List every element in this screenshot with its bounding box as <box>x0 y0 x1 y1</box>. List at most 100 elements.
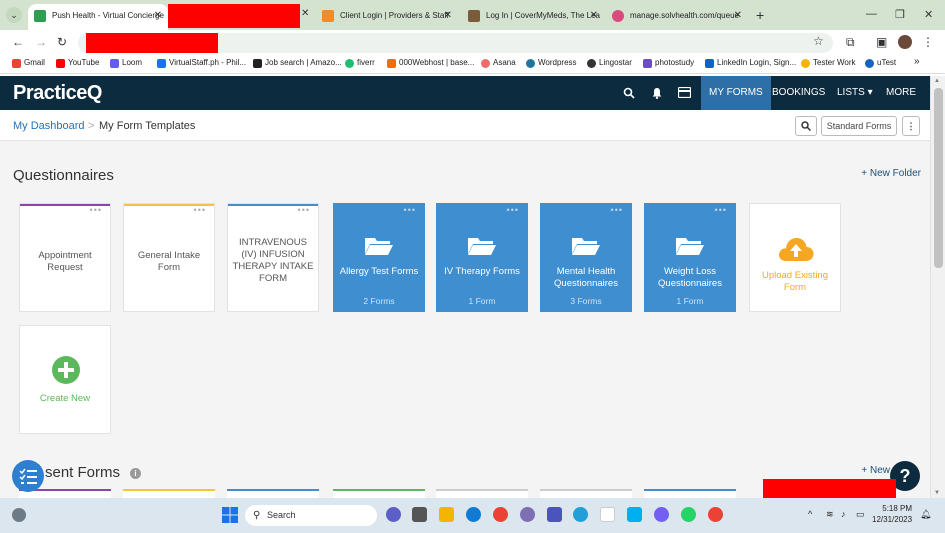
restore-icon[interactable]: ❐ <box>895 8 905 21</box>
teams-icon[interactable] <box>547 507 562 522</box>
browser-tab-covermymeds[interactable]: Log In | CoverMyMeds, The Lea ✕ <box>462 4 604 30</box>
browser-tab-solvhealth[interactable]: manage.solvhealth.com/queue ✕ <box>606 4 748 30</box>
new-tab-button[interactable]: + <box>756 8 764 22</box>
scroll-thumb[interactable] <box>934 88 943 268</box>
bookmark-utest[interactable]: uTest <box>865 58 896 68</box>
bookmark-linkedin[interactable]: LinkedIn Login, Sign... <box>705 58 796 68</box>
whatsapp-icon[interactable] <box>681 507 696 522</box>
folder-card-iv-therapy[interactable]: ••• IV Therapy Forms 1 Form <box>436 203 528 312</box>
more-options-button[interactable]: ⋮ <box>902 116 920 136</box>
battery-icon[interactable]: ▭ <box>856 509 865 520</box>
new-recent-button[interactable]: + New <box>861 465 890 476</box>
form-card-general-intake[interactable]: ••• General Intake Form <box>123 203 215 312</box>
close-tab-icon[interactable]: ✕ <box>734 4 742 28</box>
weather-widget-icon[interactable] <box>12 508 26 522</box>
viber-v-icon[interactable] <box>600 507 615 522</box>
meet-app-icon[interactable] <box>386 507 401 522</box>
card-menu-icon[interactable]: ••• <box>715 205 727 215</box>
telegram-icon[interactable] <box>573 507 588 522</box>
close-tab-icon[interactable]: ✕ <box>301 8 309 19</box>
recent-form-card[interactable] <box>436 489 528 498</box>
bookmark-star-icon[interactable]: ☆ <box>813 34 824 48</box>
clock[interactable]: 5:18 PM 12/31/2023 <box>872 503 912 525</box>
side-panel-icon[interactable]: ▣ <box>876 35 887 49</box>
new-folder-button[interactable]: + New Folder <box>861 168 921 179</box>
nav-more[interactable]: MORE ▾ <box>878 76 930 132</box>
credit-card-icon[interactable] <box>678 87 691 98</box>
edge-icon[interactable] <box>466 507 481 522</box>
recent-form-card[interactable] <box>227 489 319 498</box>
bookmark-loom[interactable]: Loom <box>110 58 142 68</box>
chrome-icon[interactable] <box>493 507 508 522</box>
viber-icon[interactable] <box>654 507 669 522</box>
notification-bell-icon[interactable]: 🔔︎ <box>920 509 931 520</box>
wifi-icon[interactable]: ≋ <box>826 509 834 520</box>
bookmark-000webhost[interactable]: 000Webhost | base... <box>387 58 474 68</box>
breadcrumb-dashboard-link[interactable]: My Dashboard <box>13 120 85 132</box>
bell-icon[interactable] <box>651 87 663 99</box>
tab-search-button[interactable]: ⌄ <box>6 7 22 23</box>
card-menu-icon[interactable]: ••• <box>507 205 519 215</box>
forward-arrow-icon[interactable]: → <box>35 35 47 49</box>
close-tab-icon[interactable]: ✕ <box>154 4 162 28</box>
skype-icon[interactable] <box>627 507 642 522</box>
nav-bookings[interactable]: BOOKINGS <box>764 76 833 110</box>
close-window-icon[interactable]: ✕ <box>924 8 933 21</box>
taskbar-search-input[interactable]: ⚲ Search <box>245 505 377 526</box>
minimize-icon[interactable]: — <box>866 8 877 20</box>
volume-icon[interactable]: ♪ <box>841 509 846 519</box>
checklist-fab-button[interactable] <box>12 460 44 492</box>
close-tab-icon[interactable]: ✕ <box>444 4 452 28</box>
bookmark-amazon-jobs[interactable]: Job search | Amazo... <box>253 58 342 68</box>
search-icon[interactable] <box>623 87 635 99</box>
nav-my-forms[interactable]: MY FORMS <box>701 76 771 110</box>
task-view-icon[interactable] <box>412 507 427 522</box>
info-icon[interactable]: i <box>130 468 141 479</box>
card-menu-icon[interactable]: ••• <box>611 205 623 215</box>
bookmark-fiverr[interactable]: fiverr <box>345 58 375 68</box>
folder-card-mental-health[interactable]: ••• Mental Health Questionnaires 3 Forms <box>540 203 632 312</box>
create-new-form-card[interactable]: Create New <box>19 325 111 434</box>
card-menu-icon[interactable]: ••• <box>404 205 416 215</box>
bookmark-photostudy[interactable]: photostudy <box>643 58 694 68</box>
page-scrollbar[interactable]: ▲ ▼ <box>930 76 945 498</box>
folder-card-allergy[interactable]: ••• Allergy Test Forms 2 Forms <box>333 203 425 312</box>
folder-card-weight-loss[interactable]: ••• Weight Loss Questionnaires 1 Form <box>644 203 736 312</box>
bookmark-lingostar[interactable]: Lingostar <box>587 58 632 68</box>
search-forms-button[interactable] <box>795 116 817 136</box>
card-menu-icon[interactable]: ••• <box>298 205 310 215</box>
close-tab-icon[interactable]: ✕ <box>590 4 598 28</box>
nav-lists[interactable]: LISTS ▾ <box>829 76 881 110</box>
bookmark-tester-work[interactable]: Tester Work <box>801 58 856 68</box>
form-card-appointment-request[interactable]: ••• Appointment Request <box>19 203 111 312</box>
chrome-profile-icon[interactable] <box>708 507 723 522</box>
practiceq-logo[interactable]: PracticeQ <box>13 82 102 105</box>
chrome-menu-icon[interactable]: ⋮ <box>922 35 934 49</box>
tray-overflow-icon[interactable]: ^ <box>808 509 812 519</box>
back-arrow-icon[interactable]: ← <box>12 35 24 49</box>
recent-form-card[interactable] <box>644 489 736 498</box>
recent-form-card[interactable] <box>333 489 425 498</box>
bookmark-wordpress[interactable]: Wordpress <box>526 58 577 68</box>
standard-forms-button[interactable]: Standard Forms <box>821 116 897 136</box>
scroll-down-icon[interactable]: ▼ <box>934 490 940 496</box>
recent-form-card[interactable] <box>123 489 215 498</box>
bookmark-asana[interactable]: Asana <box>481 58 516 68</box>
browser-tab-client-login[interactable]: Client Login | Providers & Staff ✕ <box>316 4 458 30</box>
card-menu-icon[interactable]: ••• <box>90 205 102 215</box>
bookmarks-overflow-button[interactable]: » <box>914 56 920 67</box>
profile-avatar[interactable] <box>898 35 912 49</box>
browser-tab-push-health[interactable]: Push Health - Virtual Concierge ✕ <box>28 4 168 30</box>
form-card-iv-infusion[interactable]: ••• INTRAVENOUS (IV) INFUSION THERAPY IN… <box>227 203 319 312</box>
bookmark-gmail[interactable]: Gmail <box>12 58 45 68</box>
file-explorer-icon[interactable] <box>439 507 454 522</box>
bookmark-youtube[interactable]: YouTube <box>56 58 99 68</box>
slack-icon[interactable] <box>520 507 535 522</box>
bookmark-virtualstaff[interactable]: VirtualStaff.ph - Phil... <box>157 58 246 68</box>
card-menu-icon[interactable]: ••• <box>194 205 206 215</box>
recent-form-card[interactable] <box>540 489 632 498</box>
scroll-up-icon[interactable]: ▲ <box>934 78 940 84</box>
extensions-icon[interactable]: ⧉ <box>846 35 855 50</box>
upload-existing-form-card[interactable]: Upload Existing Form <box>749 203 841 312</box>
windows-start-icon[interactable] <box>222 507 238 523</box>
